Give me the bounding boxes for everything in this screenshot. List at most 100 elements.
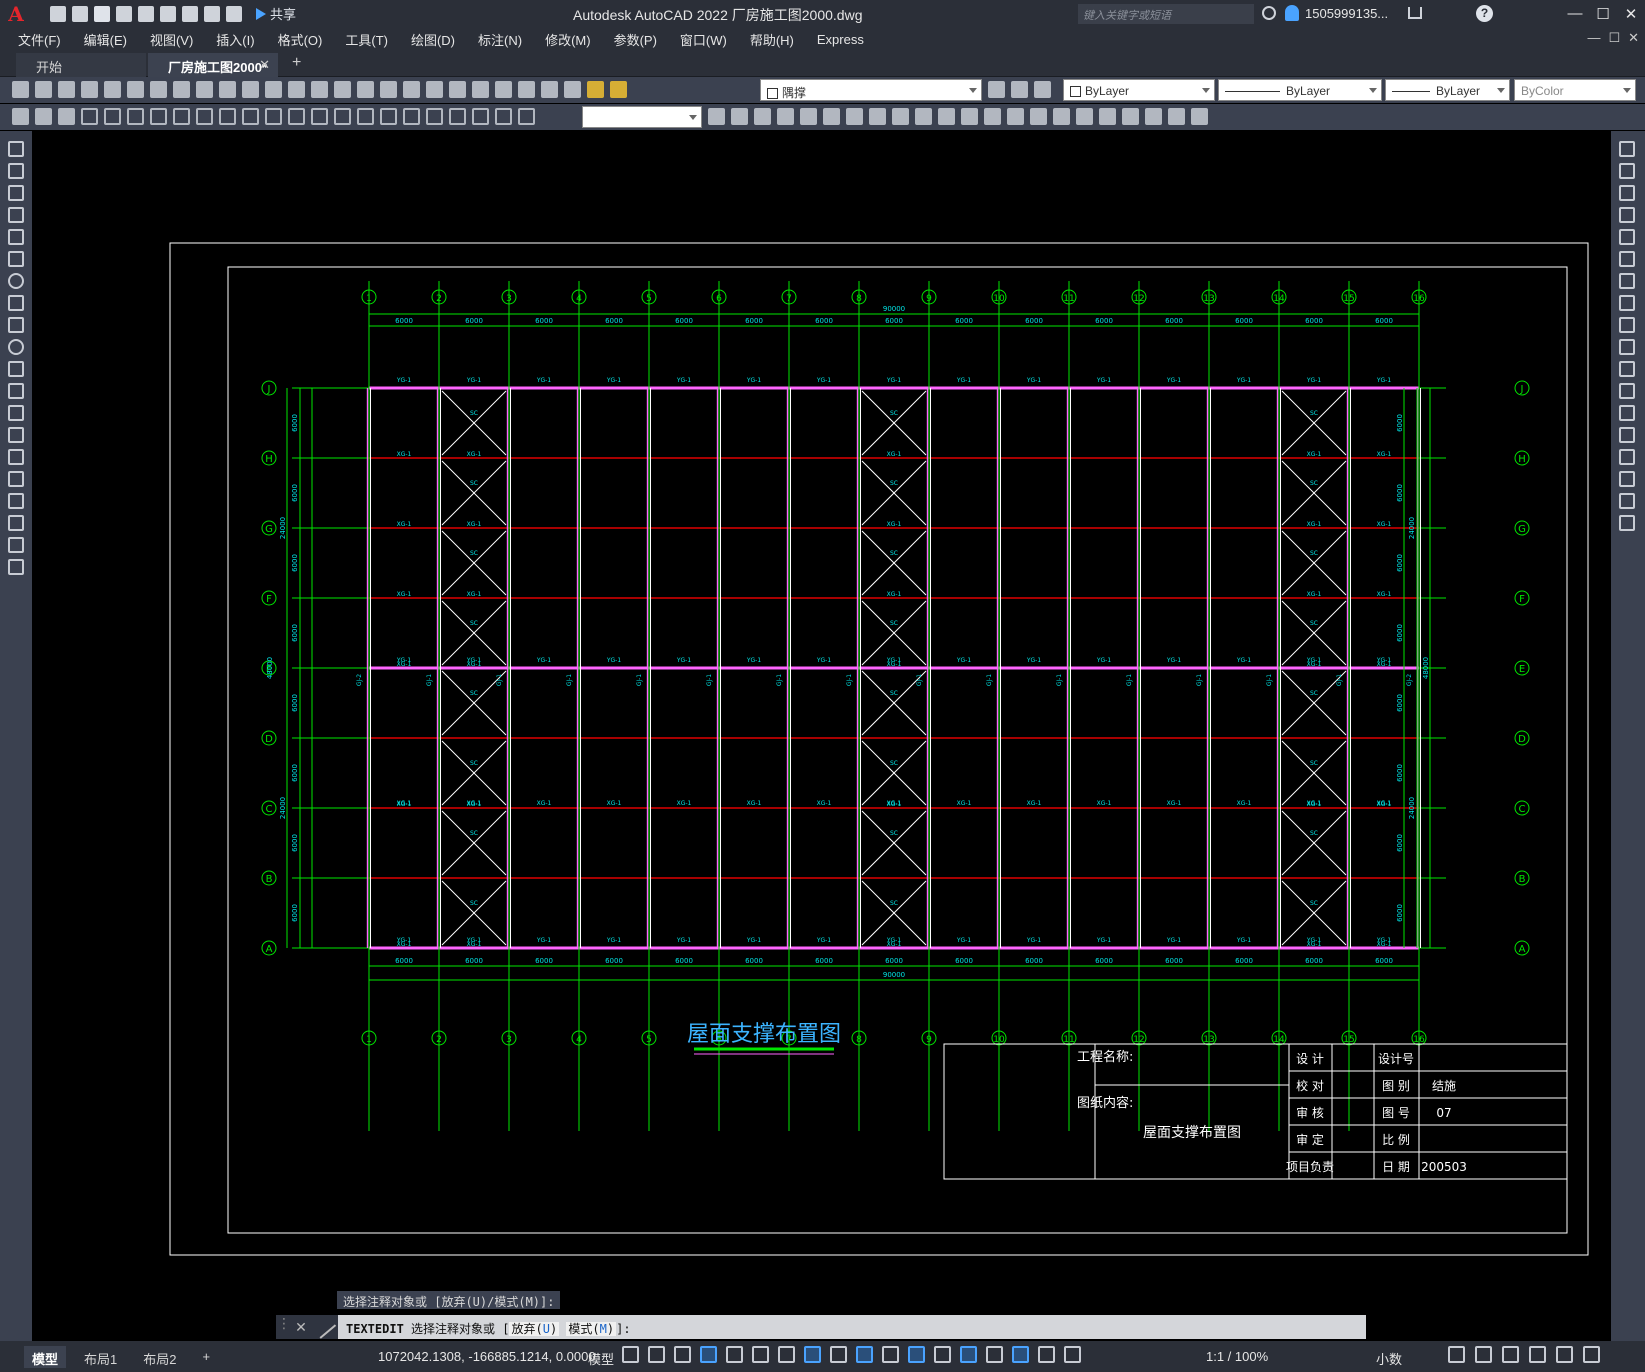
object-snap-tracking-icon[interactable] [778, 1346, 795, 1363]
print-icon[interactable] [81, 81, 98, 98]
publish-icon[interactable] [127, 81, 144, 98]
baseline-dim-icon[interactable] [288, 108, 305, 125]
make-current-layer-icon[interactable] [988, 81, 1005, 98]
wipeout-icon[interactable] [1168, 108, 1185, 125]
open-file-icon[interactable] [72, 5, 88, 22]
table-icon[interactable] [8, 515, 24, 531]
region-icon[interactable] [1122, 108, 1139, 125]
mirror-icon[interactable] [777, 108, 794, 125]
maximize-button[interactable]: ☐ [1589, 0, 1617, 27]
color-dropdown[interactable]: ByLayer [1063, 79, 1215, 101]
array-icon[interactable] [823, 108, 840, 125]
customize-wrench-icon[interactable] [311, 1315, 337, 1339]
pan-icon[interactable] [311, 81, 328, 98]
properties-icon[interactable] [403, 81, 420, 98]
scale-icon[interactable] [892, 108, 909, 125]
dim-break-icon[interactable] [357, 108, 374, 125]
menu-file[interactable]: 文件(F) [18, 30, 61, 49]
dim-text-edit-icon[interactable] [495, 108, 512, 125]
extend-icon[interactable] [961, 108, 978, 125]
center-mark-icon[interactable] [403, 108, 420, 125]
tab-layout1[interactable]: 布局1 [76, 1346, 125, 1368]
zoom-realtime-icon[interactable] [334, 81, 351, 98]
array-icon[interactable] [1619, 229, 1635, 245]
ordinate-dim-icon[interactable] [150, 108, 167, 125]
sheet-set-icon[interactable] [472, 81, 489, 98]
annotation-scale[interactable]: 1:1 / 100% [1206, 1349, 1268, 1364]
save-icon[interactable] [94, 5, 110, 22]
plotstyle-dropdown[interactable]: ByColor [1514, 79, 1636, 101]
revision-cloud-icon[interactable] [8, 295, 24, 311]
calculator-icon[interactable] [518, 81, 535, 98]
gizmo-icon[interactable] [986, 1346, 1003, 1363]
ellipse-icon[interactable] [8, 339, 24, 355]
offset-icon[interactable] [1619, 207, 1635, 223]
menu-draw[interactable]: 绘图(D) [411, 30, 455, 49]
menu-insert[interactable]: 插入(I) [216, 30, 254, 49]
angular-dim-icon[interactable] [242, 108, 259, 125]
quick-dim-icon[interactable] [265, 108, 282, 125]
menu-help[interactable]: 帮助(H) [750, 30, 794, 49]
menu-window[interactable]: 窗口(W) [680, 30, 727, 49]
break-at-point-icon[interactable] [1619, 383, 1635, 399]
construction-line-icon[interactable] [8, 163, 24, 179]
linetype-dropdown[interactable]: ByLayer [1218, 79, 1382, 101]
polar-icon[interactable] [726, 1346, 743, 1363]
object-snap-icon[interactable] [804, 1346, 821, 1363]
close-icon[interactable]: ✕ [292, 1319, 310, 1336]
boundary-icon[interactable] [1145, 108, 1162, 125]
model-space-toggle[interactable]: 模型 [588, 1349, 614, 1368]
stretch-icon[interactable] [1619, 317, 1635, 333]
quick-properties-icon[interactable] [1448, 1346, 1465, 1363]
rotate-icon[interactable] [869, 108, 886, 125]
ellipse-arc-icon[interactable] [8, 361, 24, 377]
blend-icon[interactable] [1076, 108, 1093, 125]
doc-minimize-button[interactable]: — [1587, 30, 1600, 46]
insert-block-icon[interactable] [8, 383, 24, 399]
polyline-icon[interactable] [8, 185, 24, 201]
new-tab-button[interactable]: + [292, 54, 301, 72]
join-icon[interactable] [1007, 108, 1024, 125]
new-file-icon[interactable] [50, 5, 66, 22]
save-as-icon[interactable] [116, 5, 132, 22]
tool-palettes-icon[interactable] [449, 81, 466, 98]
layer-properties-icon[interactable] [564, 81, 581, 98]
minimize-button[interactable]: — [1561, 0, 1589, 27]
gradient-icon[interactable] [8, 471, 24, 487]
selection-cycling-icon[interactable] [882, 1346, 899, 1363]
layer-previous-icon[interactable] [1011, 81, 1028, 98]
menu-tools[interactable]: 工具(T) [345, 30, 388, 49]
print-preview-icon[interactable] [104, 81, 121, 98]
search-icon[interactable] [1262, 6, 1276, 20]
option-undo[interactable]: 放弃(U) [509, 1322, 560, 1336]
stretch-icon[interactable] [915, 108, 932, 125]
trim-icon[interactable] [1619, 339, 1635, 355]
clean-screen-icon[interactable] [1556, 1346, 1573, 1363]
explode-icon[interactable] [1619, 515, 1635, 531]
plot-icon[interactable] [182, 5, 198, 22]
text-style-icon[interactable] [12, 108, 29, 125]
menu-express[interactable]: Express [817, 32, 864, 47]
search-input[interactable]: 键入关键字或短语 [1078, 4, 1254, 24]
aligned-dim-icon[interactable] [104, 108, 121, 125]
doc-close-button[interactable]: ✕ [1628, 30, 1639, 46]
dim-style-dropdown[interactable] [582, 106, 702, 128]
selection-filter-icon[interactable] [960, 1346, 977, 1363]
revcloud-icon[interactable] [1191, 108, 1208, 125]
make-block-icon[interactable] [8, 405, 24, 421]
tab-start[interactable]: 开始 [16, 53, 146, 77]
continue-dim-icon[interactable] [311, 108, 328, 125]
grip-handle-icon[interactable]: ⋮ [276, 1315, 292, 1339]
move-icon[interactable] [1619, 251, 1635, 267]
drawing-svg[interactable]: J JH HG GF FE ED DC CB BA A1122334455667788991010… [32, 131, 1611, 1341]
break-icon[interactable] [984, 108, 1001, 125]
diameter-dim-icon[interactable] [219, 108, 236, 125]
jogged-dim-icon[interactable] [196, 108, 213, 125]
tab-close-icon[interactable]: ✕ [259, 57, 270, 73]
annotation-scale-icon[interactable] [1064, 1346, 1081, 1363]
annotation-visibility-icon[interactable] [1012, 1346, 1029, 1363]
jogged-linear-icon[interactable] [449, 108, 466, 125]
infer-constraints-icon[interactable] [674, 1346, 691, 1363]
layer-freeze-sun-icon[interactable] [610, 81, 627, 98]
user-account[interactable]: 1505999135... [1305, 6, 1388, 21]
